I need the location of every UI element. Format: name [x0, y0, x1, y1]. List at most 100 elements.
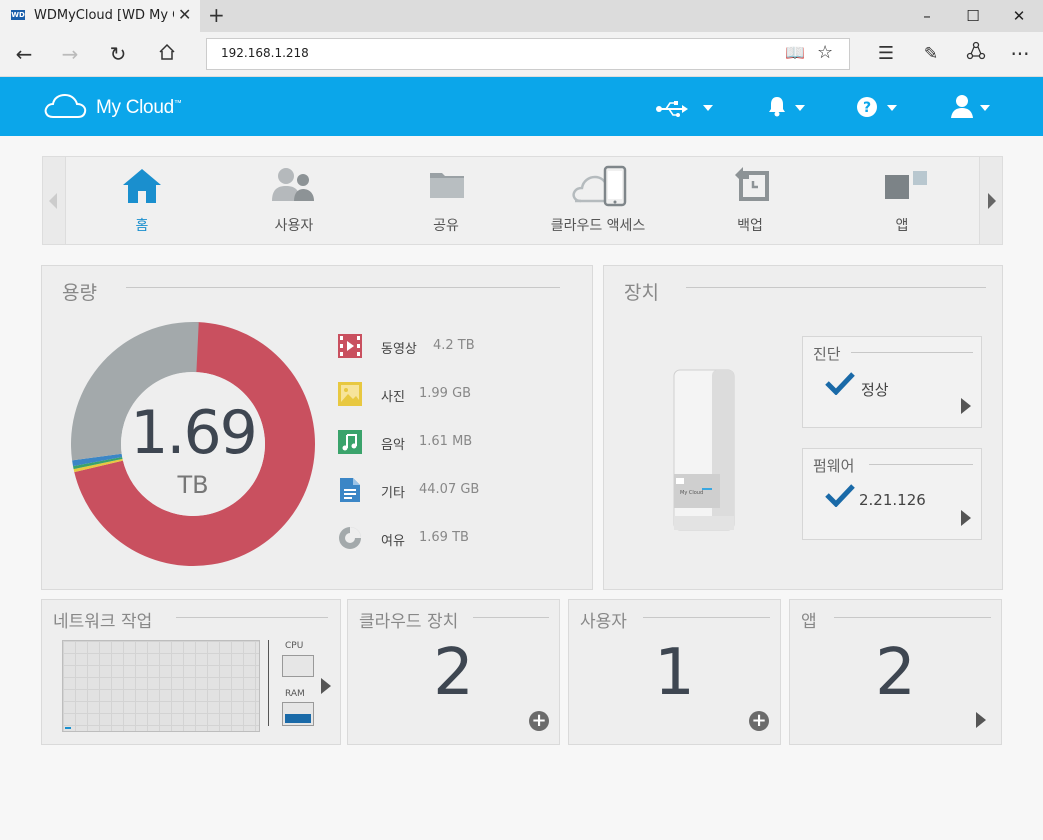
- user-dropdown-caret-icon[interactable]: [980, 105, 990, 111]
- capacity-total-value: 1.69: [130, 398, 258, 468]
- main-nav: 홈 사용자 공유 클라우드 액세스 백업 앱: [42, 156, 1003, 245]
- favorite-star-icon[interactable]: ☆: [817, 42, 833, 63]
- cloud-phone-icon: [572, 165, 627, 207]
- nav-label-home: 홈: [135, 218, 149, 234]
- nav-item-shares[interactable]: 공유: [371, 157, 521, 244]
- web-note-icon[interactable]: ✎: [917, 40, 945, 68]
- address-bar[interactable]: 192.168.1.218 📖 ☆: [206, 38, 850, 70]
- svg-text:?: ?: [863, 100, 871, 116]
- legend-item-other: 기타 44.07 GB: [338, 478, 578, 502]
- ram-meter: [282, 702, 314, 726]
- nav-next-button[interactable]: [979, 157, 1002, 244]
- hub-button[interactable]: ☰: [872, 40, 900, 68]
- cloud-devices-title: 클라우드 장치: [359, 612, 459, 632]
- firmware-title-rule: [869, 464, 973, 465]
- help-menu[interactable]: ?: [856, 96, 878, 122]
- new-tab-button[interactable]: +: [208, 3, 225, 27]
- users-title-rule: [643, 617, 770, 618]
- diagnostics-status: 정상: [861, 381, 889, 399]
- nav-item-users[interactable]: 사용자: [219, 157, 369, 244]
- check-icon: [825, 372, 855, 395]
- more-button[interactable]: ···: [1006, 40, 1034, 68]
- nav-label-shares: 공유: [433, 218, 459, 234]
- cloud-devices-panel[interactable]: 클라우드 장치 2 +: [347, 599, 560, 745]
- ram-meter-fill: [285, 714, 311, 723]
- cloud-devices-title-rule: [473, 617, 549, 618]
- network-title-rule: [176, 617, 328, 618]
- capacity-total-unit: TB: [177, 471, 209, 499]
- chevron-left-icon: [49, 193, 57, 209]
- nav-item-backup[interactable]: 백업: [675, 157, 825, 244]
- tab-close-icon[interactable]: ✕: [178, 5, 191, 24]
- usb-icon: [656, 101, 688, 117]
- nav-item-cloud-access[interactable]: 클라우드 액세스: [523, 157, 673, 244]
- legend-item-photo: 사진 1.99 GB: [338, 382, 578, 406]
- nav-prev-button[interactable]: [43, 157, 66, 244]
- capacity-panel: 용량 1.69 TB 동영상 4.2 TB 사진 1.99 GB 음악 1.61…: [41, 265, 593, 590]
- users-title: 사용자: [580, 612, 627, 632]
- my-cloud-device-image: My Cloud: [673, 369, 735, 531]
- firmware-title: 펌웨어: [813, 457, 855, 475]
- users-panel[interactable]: 사용자 1 +: [568, 599, 781, 745]
- diagnostics-card[interactable]: 진단 정상: [802, 336, 982, 428]
- tab-title: WDMyCloud [WD My C: [34, 8, 174, 23]
- minimize-button[interactable]: –: [904, 0, 950, 32]
- music-icon: [338, 430, 362, 454]
- bell-icon: [769, 97, 785, 117]
- alerts-dropdown-caret-icon[interactable]: [795, 105, 805, 111]
- device-title: 장치: [624, 282, 659, 304]
- legend-item-video: 동영상 4.2 TB: [338, 334, 578, 358]
- wd-favicon-icon: WD: [11, 10, 25, 20]
- home-button[interactable]: [153, 40, 181, 68]
- legend-name-music: 음악: [381, 438, 405, 453]
- legend-name-photo: 사진: [381, 390, 405, 405]
- legend-value-other: 44.07 GB: [419, 482, 480, 497]
- photo-icon: [338, 382, 362, 406]
- reading-view-icon[interactable]: 📖: [785, 43, 805, 62]
- usb-menu[interactable]: [656, 98, 688, 122]
- backup-icon: [735, 167, 769, 201]
- capacity-title: 용량: [62, 282, 97, 304]
- browser-titlebar: WD WDMyCloud [WD My C ✕ + – ☐ ✕: [0, 0, 1043, 32]
- maximize-button[interactable]: ☐: [950, 0, 996, 32]
- diagnostics-title: 진단: [813, 345, 841, 363]
- legend-value-photo: 1.99 GB: [419, 386, 472, 401]
- diagnostics-arrow-icon[interactable]: [961, 398, 971, 414]
- chevron-right-icon: [988, 193, 996, 209]
- user-menu[interactable]: [950, 94, 974, 122]
- apps-panel[interactable]: 앱 2: [789, 599, 1002, 745]
- free-space-icon: [339, 527, 361, 549]
- refresh-button[interactable]: ↻: [104, 40, 132, 68]
- add-cloud-device-button[interactable]: +: [529, 711, 549, 731]
- legend-value-music: 1.61 MB: [419, 434, 473, 449]
- nav-item-home[interactable]: 홈: [67, 157, 217, 244]
- share-button[interactable]: [962, 40, 990, 68]
- help-dropdown-caret-icon[interactable]: [887, 105, 897, 111]
- apps-icon: [885, 171, 927, 199]
- alerts-menu[interactable]: [767, 95, 787, 121]
- user-icon: [951, 95, 973, 118]
- video-icon: [338, 334, 362, 358]
- address-url[interactable]: 192.168.1.218: [221, 46, 309, 60]
- users-icon: [272, 168, 314, 201]
- firmware-card[interactable]: 펌웨어 2.21.126: [802, 448, 982, 540]
- firmware-arrow-icon[interactable]: [961, 510, 971, 526]
- legend-item-music: 음악 1.61 MB: [338, 430, 578, 454]
- network-arrow-icon[interactable]: [321, 678, 331, 694]
- network-graph-line: [65, 727, 71, 729]
- legend-value-video: 4.2 TB: [433, 338, 475, 353]
- add-user-button[interactable]: +: [749, 711, 769, 731]
- forward-button[interactable]: →: [56, 40, 84, 68]
- close-window-button[interactable]: ✕: [996, 0, 1042, 32]
- document-icon: [340, 478, 360, 502]
- nav-item-apps[interactable]: 앱: [827, 157, 977, 244]
- browser-tab[interactable]: WD WDMyCloud [WD My C ✕: [0, 0, 200, 32]
- ram-label: RAM: [285, 689, 305, 699]
- firmware-version: 2.21.126: [859, 491, 926, 509]
- usb-dropdown-caret-icon[interactable]: [703, 105, 713, 111]
- legend-item-free: 여유 1.69 TB: [338, 526, 578, 550]
- back-button[interactable]: ←: [10, 40, 38, 68]
- apps-arrow-icon[interactable]: [976, 712, 986, 728]
- diagnostics-title-rule: [851, 352, 973, 353]
- nav-label-users: 사용자: [274, 218, 314, 234]
